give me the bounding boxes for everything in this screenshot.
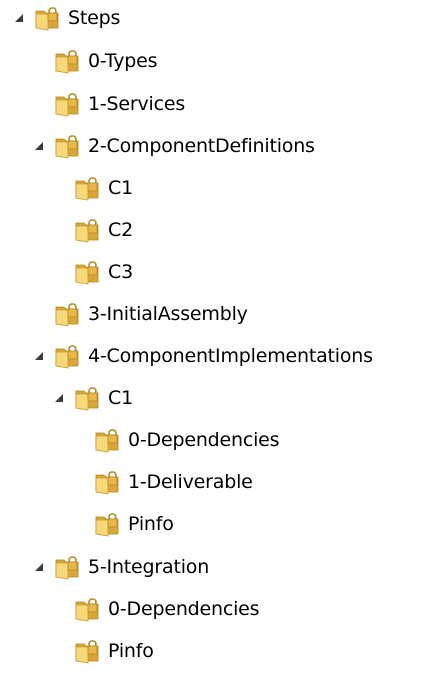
locked-folder-icon	[34, 5, 60, 31]
expander-placeholder	[73, 518, 85, 530]
locked-folder-icon	[94, 427, 120, 453]
tree-node-label: C2	[108, 219, 133, 241]
tree-node-label: Steps	[68, 7, 121, 29]
expanded-triangle-icon[interactable]	[33, 350, 45, 362]
locked-folder-icon	[74, 217, 100, 243]
expander-placeholder	[53, 182, 65, 194]
tree-node-label: Pinfo	[128, 513, 174, 535]
locked-folder-icon	[74, 638, 100, 664]
expanded-triangle-icon[interactable]	[13, 12, 25, 24]
locked-folder-icon	[94, 469, 120, 495]
locked-folder-icon	[54, 343, 80, 369]
tree-node-label: C3	[108, 261, 133, 283]
tree-node-label: 5-Integration	[88, 556, 210, 578]
tree-node-label: 0-Types	[88, 50, 158, 72]
tree-node-label: 0-Dependencies	[108, 598, 260, 620]
expanded-triangle-icon[interactable]	[33, 140, 45, 152]
tree-node-label: Pinfo	[108, 640, 154, 662]
locked-folder-icon	[54, 301, 80, 327]
locked-folder-icon	[54, 554, 80, 580]
expander-placeholder	[73, 434, 85, 446]
expander-placeholder	[53, 224, 65, 236]
expander-placeholder	[33, 55, 45, 67]
tree-node-label: C1	[108, 177, 133, 199]
locked-folder-icon	[54, 91, 80, 117]
locked-folder-icon	[74, 596, 100, 622]
expanded-triangle-icon[interactable]	[33, 561, 45, 573]
locked-folder-icon	[74, 385, 100, 411]
locked-folder-icon	[54, 48, 80, 74]
tree-node-label: 0-Dependencies	[128, 429, 280, 451]
expander-placeholder	[53, 266, 65, 278]
tree-node-label: 1-Services	[88, 93, 186, 115]
expander-placeholder	[33, 308, 45, 320]
expanded-triangle-icon[interactable]	[53, 392, 65, 404]
expander-placeholder	[73, 476, 85, 488]
tree-node-label: 2-ComponentDefinitions	[88, 135, 315, 157]
locked-folder-icon	[54, 133, 80, 159]
tree-node-label: 1-Deliverable	[128, 471, 253, 493]
tree-node-label: 3-InitialAssembly	[88, 303, 248, 325]
expander-placeholder	[33, 98, 45, 110]
expander-placeholder	[53, 645, 65, 657]
locked-folder-icon	[74, 259, 100, 285]
locked-folder-icon	[74, 175, 100, 201]
folder-tree: Steps 0-Types 1-Services 2-ComponentDefinit…	[0, 0, 443, 674]
locked-folder-icon	[94, 511, 120, 537]
tree-node-label: C1	[108, 387, 133, 409]
tree-node-label: 4-ComponentImplementations	[88, 345, 373, 367]
expander-placeholder	[53, 603, 65, 615]
